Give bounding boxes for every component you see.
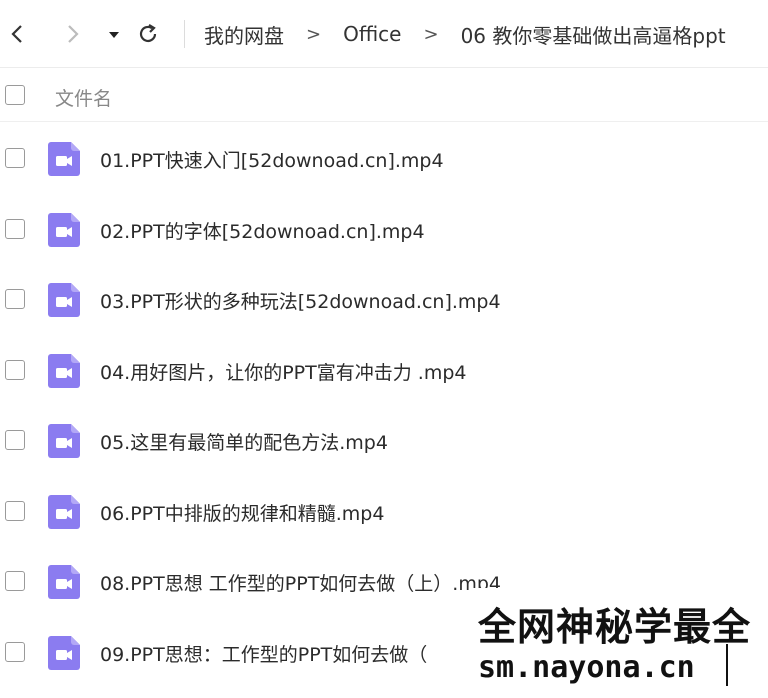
watermark-title: 全网神秘学最全 [478, 605, 752, 649]
file-name[interactable]: 01.PPT快速入门[52downoad.cn].mp4 [100, 146, 444, 173]
file-name[interactable]: 08.PPT思想 工作型的PPT如何去做（上）.mp4 [100, 569, 501, 596]
watermark-overlay: 全网神秘学最全 sm.nayona.cn [470, 588, 768, 698]
file-checkbox[interactable] [5, 500, 25, 521]
video-file-icon [48, 494, 80, 529]
video-file-icon [48, 424, 80, 458]
file-checkbox[interactable] [5, 218, 25, 239]
text-cursor [726, 644, 728, 686]
video-file-icon [48, 212, 80, 247]
breadcrumb: 我的网盘 > Office > 06 教你零基础做出高逼格ppt [204, 0, 768, 68]
refresh-button[interactable] [136, 22, 160, 46]
video-file-icon [48, 635, 80, 670]
file-checkbox[interactable] [5, 641, 25, 662]
file-name[interactable]: 06.PPT中排版的规律和精髓.mp4 [100, 499, 384, 526]
file-checkbox[interactable] [5, 430, 25, 450]
file-name[interactable]: 04.用好图片，让你的PPT富有冲击力 .mp4 [100, 358, 466, 385]
video-file-icon [48, 283, 80, 317]
breadcrumb-item-current[interactable]: 06 教你零基础做出高逼格ppt [461, 20, 726, 49]
breadcrumb-item-root[interactable]: 我的网盘 [204, 20, 284, 49]
file-row[interactable]: 06.PPT中排版的规律和精髓.mp4 [0, 477, 768, 547]
breadcrumb-separator: > [423, 23, 439, 45]
file-checkbox[interactable] [5, 289, 25, 309]
select-all-checkbox[interactable] [5, 85, 25, 105]
file-row[interactable]: 03.PPT形状的多种玩法[52downoad.cn].mp4 [0, 265, 768, 335]
file-checkbox[interactable] [5, 571, 25, 591]
chevron-left-icon [11, 25, 22, 43]
video-file-icon [48, 142, 80, 176]
history-dropdown-button[interactable] [102, 22, 126, 46]
breadcrumb-separator: > [306, 23, 322, 45]
file-checkbox[interactable] [5, 359, 25, 380]
watermark-url: sm.nayona.cn [478, 650, 695, 685]
file-name[interactable]: 09.PPT思想：工作型的PPT如何去做（ [100, 640, 427, 667]
file-name[interactable]: 03.PPT形状的多种玩法[52downoad.cn].mp4 [100, 287, 501, 314]
file-row[interactable]: 05.这里有最简单的配色方法.mp4 [0, 406, 768, 476]
column-header-filename[interactable]: 文件名 [55, 84, 112, 111]
video-file-icon [48, 565, 80, 599]
toolbar-divider [184, 20, 185, 48]
breadcrumb-item-office[interactable]: Office [343, 22, 401, 46]
file-name[interactable]: 02.PPT的字体[52downoad.cn].mp4 [100, 217, 425, 244]
file-row[interactable]: 02.PPT的字体[52downoad.cn].mp4 [0, 195, 768, 265]
back-button[interactable] [6, 22, 30, 46]
video-file-icon [48, 353, 80, 388]
file-list-header: 文件名 [0, 68, 768, 122]
caret-down-icon [109, 32, 119, 38]
navigation-toolbar: 我的网盘 > Office > 06 教你零基础做出高逼格ppt [0, 0, 768, 68]
file-row[interactable]: 01.PPT快速入门[52downoad.cn].mp4 [0, 124, 768, 194]
file-name[interactable]: 05.这里有最简单的配色方法.mp4 [100, 428, 388, 455]
refresh-icon [139, 24, 157, 43]
forward-button[interactable] [60, 22, 84, 46]
file-row[interactable]: 04.用好图片，让你的PPT富有冲击力 .mp4 [0, 336, 768, 406]
file-checkbox[interactable] [5, 148, 25, 168]
chevron-right-icon [68, 25, 79, 43]
